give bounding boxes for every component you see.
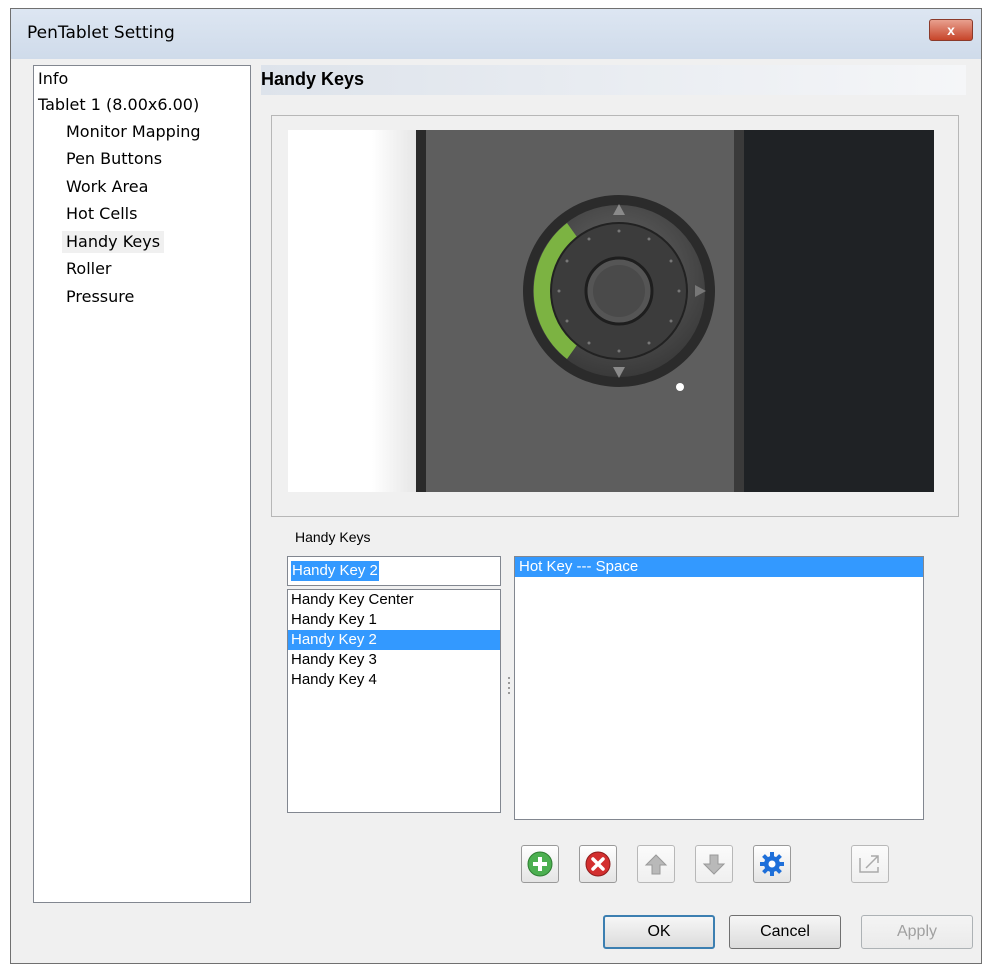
tree-item-pen-buttons[interactable]: Pen Buttons <box>66 148 162 170</box>
tree-item-handy-keys[interactable]: Handy Keys <box>62 231 165 253</box>
list-item[interactable]: Hot Key --- Space <box>515 557 923 577</box>
remove-button[interactable] <box>579 845 617 883</box>
window-title: PenTablet Setting <box>27 23 175 43</box>
tree-item-work-area[interactable]: Work Area <box>66 176 148 198</box>
tree-item-pressure[interactable]: Pressure <box>66 286 134 308</box>
arrow-up-icon <box>644 854 668 875</box>
dialog-client: Info Tablet 1 (8.00x6.00) Monitor Mappin… <box>19 59 973 955</box>
move-down-button[interactable] <box>695 845 733 883</box>
handy-key-name-field[interactable]: Handy Key 2 <box>287 556 501 586</box>
handy-keys-group-label: Handy Keys <box>295 529 371 545</box>
pentablet-setting-window: PenTablet Setting x Info Tablet 1 (8.00x… <box>10 8 982 964</box>
list-item[interactable]: Handy Key Center <box>288 590 500 610</box>
x-circle-icon <box>585 851 611 877</box>
list-item[interactable]: Handy Key 4 <box>288 670 500 690</box>
move-up-button[interactable] <box>637 845 675 883</box>
close-button[interactable]: x <box>929 19 973 41</box>
panel-header: Handy Keys <box>261 65 966 95</box>
tree-item-tablet-1[interactable]: Tablet 1 (8.00x6.00) <box>38 94 199 116</box>
add-button[interactable] <box>521 845 559 883</box>
tree-item-roller[interactable]: Roller <box>66 258 112 280</box>
panel-title: Handy Keys <box>261 69 365 89</box>
hotkey-list[interactable]: Hot Key --- Space <box>514 556 924 820</box>
list-item[interactable]: Handy Key 1 <box>288 610 500 630</box>
handy-key-name-value: Handy Key 2 <box>291 561 379 581</box>
ok-button[interactable]: OK <box>603 915 715 949</box>
list-item[interactable]: Handy Key 3 <box>288 650 500 670</box>
apply-button[interactable]: Apply <box>861 915 973 949</box>
settings-tree[interactable]: Info Tablet 1 (8.00x6.00) Monitor Mappin… <box>33 65 251 903</box>
list-item[interactable]: Handy Key 2 <box>288 630 500 650</box>
import-icon <box>859 855 879 873</box>
gear-icon <box>760 852 784 876</box>
tree-item-monitor-mapping[interactable]: Monitor Mapping <box>66 121 201 143</box>
tablet-preview-image <box>288 130 934 492</box>
arrow-down-icon <box>702 854 726 875</box>
title-bar: PenTablet Setting x <box>11 9 981 59</box>
plus-circle-icon <box>527 851 553 877</box>
tree-item-info[interactable]: Info <box>38 68 68 90</box>
handy-key-list[interactable]: Handy Key Center Handy Key 1 Handy Key 2… <box>287 589 501 813</box>
tree-item-hot-cells[interactable]: Hot Cells <box>66 203 137 225</box>
import-button[interactable] <box>851 845 889 883</box>
preview-frame <box>271 115 959 517</box>
tablet-dial-illustration <box>288 130 934 492</box>
cancel-button[interactable]: Cancel <box>729 915 841 949</box>
settings-button[interactable] <box>753 845 791 883</box>
splitter-grip[interactable] <box>508 677 511 699</box>
